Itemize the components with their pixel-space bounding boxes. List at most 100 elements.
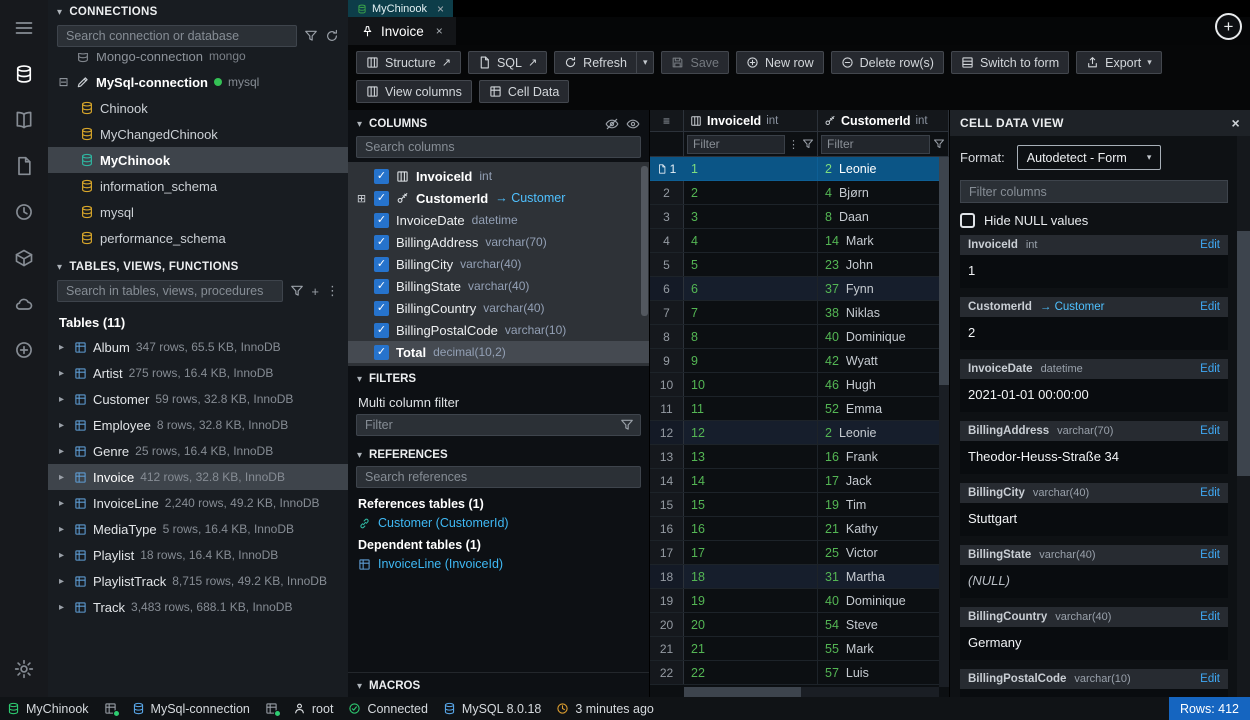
close-icon[interactable]: × bbox=[437, 2, 444, 16]
grid-cell[interactable]: 19 bbox=[684, 589, 818, 612]
grid-cell[interactable]: 3 bbox=[684, 205, 818, 228]
table-row[interactable]: 13 13 16Frank bbox=[650, 445, 949, 469]
field-value[interactable]: Stuttgart bbox=[960, 503, 1228, 536]
edit-link[interactable]: Edit bbox=[1200, 239, 1220, 251]
grid-cell[interactable]: 46Hugh bbox=[818, 373, 949, 396]
row-number[interactable]: 22 bbox=[650, 661, 684, 684]
table-item-artist[interactable]: ▸ Artist 275 rows, 16.4 KB, InnoDB bbox=[48, 360, 348, 386]
table-row[interactable]: 9 9 42Wyatt bbox=[650, 349, 949, 373]
rail-settings-button[interactable] bbox=[0, 647, 48, 691]
row-number[interactable]: 3 bbox=[650, 205, 684, 228]
grid-cell[interactable]: 2 bbox=[684, 181, 818, 204]
edit-link[interactable]: Edit bbox=[1200, 425, 1220, 437]
filters-section-header[interactable]: ▾ FILTERS bbox=[348, 366, 649, 390]
table-row[interactable]: 18 18 31Martha bbox=[650, 565, 949, 589]
expand-box-icon[interactable]: ⊞ bbox=[356, 192, 367, 205]
close-icon[interactable]: × bbox=[436, 24, 443, 38]
grid-cell[interactable]: 14 bbox=[684, 469, 818, 492]
refresh-dropdown-button[interactable]: ▾ bbox=[637, 51, 655, 74]
table-row[interactable]: 6 6 37Fynn bbox=[650, 277, 949, 301]
db-item-mysql[interactable]: mysql bbox=[48, 199, 348, 225]
row-number[interactable]: 13 bbox=[650, 445, 684, 468]
row-number[interactable]: 8 bbox=[650, 325, 684, 348]
filter-icon[interactable] bbox=[304, 29, 318, 43]
status-database[interactable]: MyChinook bbox=[7, 702, 89, 716]
table-row[interactable]: 2 2 4Bjørn bbox=[650, 181, 949, 205]
table-row[interactable]: 22 22 57Luis bbox=[650, 661, 949, 685]
row-number[interactable]: 5 bbox=[650, 253, 684, 276]
tab-connection-mychinook[interactable]: MyChinook × bbox=[348, 0, 453, 17]
connection-item-mongo[interactable]: Mongo-connection mongo bbox=[48, 53, 348, 69]
db-item-information-schema[interactable]: information_schema bbox=[48, 173, 348, 199]
field-value[interactable]: (NULL) bbox=[960, 565, 1228, 598]
tables-search-input[interactable] bbox=[57, 280, 283, 302]
macros-section-header[interactable]: ▾ MACROS bbox=[348, 673, 649, 697]
edit-link[interactable]: Edit bbox=[1200, 301, 1220, 313]
grid-cell[interactable]: 10 bbox=[684, 373, 818, 396]
grid-cell[interactable]: 1 bbox=[684, 157, 818, 180]
edit-link[interactable]: Edit bbox=[1200, 673, 1220, 685]
table-row[interactable]: 12 12 2Leonie bbox=[650, 421, 949, 445]
grid-cell[interactable]: 5 bbox=[684, 253, 818, 276]
close-icon[interactable]: × bbox=[1232, 115, 1240, 131]
columns-list-scrollbar[interactable] bbox=[641, 166, 648, 316]
grid-cell[interactable]: 6 bbox=[684, 277, 818, 300]
checkbox-checked[interactable]: ✓ bbox=[374, 235, 389, 250]
grid-cell[interactable]: 17Jack bbox=[818, 469, 949, 492]
filter-input-invoiceid[interactable] bbox=[687, 135, 785, 154]
row-number[interactable]: 21 bbox=[650, 637, 684, 660]
columns-section-header[interactable]: ▾ COLUMNS bbox=[348, 110, 649, 136]
table-row[interactable]: 3 3 8Daan bbox=[650, 205, 949, 229]
connection-search-input[interactable] bbox=[57, 25, 297, 47]
table-row[interactable]: 4 4 14Mark bbox=[650, 229, 949, 253]
show-all-columns-icon[interactable] bbox=[626, 117, 640, 131]
grid-cell[interactable]: 54Steve bbox=[818, 613, 949, 636]
table-row[interactable]: 7 7 38Niklas bbox=[650, 301, 949, 325]
grid-cell[interactable]: 37Fynn bbox=[818, 277, 949, 300]
grid-corner-menu[interactable]: ≡ bbox=[650, 110, 684, 131]
row-number[interactable]: 19 bbox=[650, 589, 684, 612]
field-value[interactable]: 2021-01-01 00:00:00 bbox=[960, 379, 1228, 412]
grid-column-header-invoiceid[interactable]: InvoiceId int bbox=[684, 110, 818, 131]
status-user[interactable]: root bbox=[293, 702, 334, 716]
row-number[interactable]: 16 bbox=[650, 517, 684, 540]
db-item-mychinook[interactable]: MyChinook bbox=[48, 147, 348, 173]
row-number[interactable]: 4 bbox=[650, 229, 684, 252]
table-item-playlist[interactable]: ▸ Playlist 18 rows, 16.4 KB, InnoDB bbox=[48, 542, 348, 568]
table-item-track[interactable]: ▸ Track 3,483 rows, 688.1 KB, InnoDB bbox=[48, 594, 348, 620]
save-button[interactable]: Save bbox=[661, 51, 729, 74]
table-row[interactable]: 11 11 52Emma bbox=[650, 397, 949, 421]
table-item-customer[interactable]: ▸ Customer 59 rows, 32.8 KB, InnoDB bbox=[48, 386, 348, 412]
grid-cell[interactable]: 25Victor bbox=[818, 541, 949, 564]
grid-cell[interactable]: 21Kathy bbox=[818, 517, 949, 540]
tables-section-header[interactable]: ▾ TABLES, VIEWS, FUNCTIONS bbox=[48, 255, 348, 277]
grid-cell[interactable]: 20 bbox=[684, 613, 818, 636]
grid-cell[interactable]: 55Mark bbox=[818, 637, 949, 660]
field-value[interactable] bbox=[960, 689, 1228, 697]
checkbox-unchecked[interactable] bbox=[960, 213, 975, 228]
row-number[interactable]: 14 bbox=[650, 469, 684, 492]
plus-icon[interactable]: + bbox=[311, 284, 319, 299]
reference-link-customer[interactable]: Customer (CustomerId) bbox=[348, 513, 649, 533]
grid-cell[interactable]: 13 bbox=[684, 445, 818, 468]
new-row-button[interactable]: New row bbox=[736, 51, 824, 74]
grid-cell[interactable]: 21 bbox=[684, 637, 818, 660]
grid-cell[interactable]: 42Wyatt bbox=[818, 349, 949, 372]
column-item-total[interactable]: ✓ Total decimal(10,2) bbox=[348, 341, 649, 363]
cell-data-button[interactable]: Cell Data bbox=[479, 80, 569, 103]
checkbox-checked[interactable]: ✓ bbox=[374, 213, 389, 228]
delete-rows-button[interactable]: Delete row(s) bbox=[831, 51, 944, 74]
checkbox-checked[interactable]: ✓ bbox=[374, 345, 389, 360]
table-item-album[interactable]: ▸ Album 347 rows, 65.5 KB, InnoDB bbox=[48, 334, 348, 360]
table-row[interactable]: 14 14 17Jack bbox=[650, 469, 949, 493]
rail-docs-button[interactable] bbox=[0, 98, 48, 142]
row-number[interactable]: 7 bbox=[650, 301, 684, 324]
grid-cell[interactable]: 17 bbox=[684, 541, 818, 564]
grid-cell[interactable]: 2Leonie bbox=[818, 421, 949, 444]
grid-cell[interactable]: 19Tim bbox=[818, 493, 949, 516]
checkbox-checked[interactable]: ✓ bbox=[374, 191, 389, 206]
status-row-count[interactable]: Rows: 412 bbox=[1169, 697, 1250, 720]
grid-cell[interactable]: 9 bbox=[684, 349, 818, 372]
collapse-box-icon[interactable]: ⊟ bbox=[57, 75, 70, 89]
grid-cell[interactable]: 57Luis bbox=[818, 661, 949, 684]
